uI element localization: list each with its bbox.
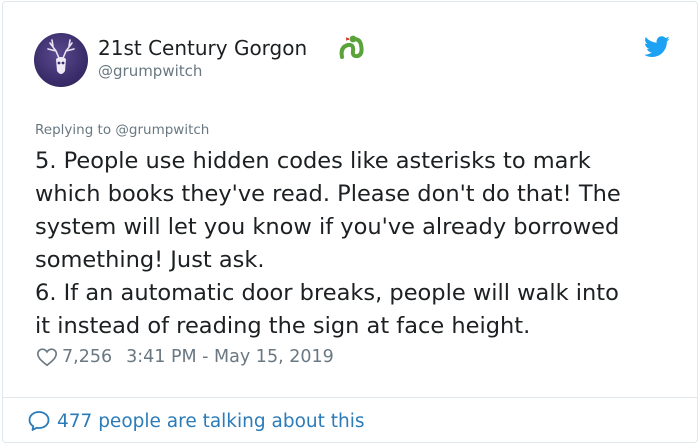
tweet-text: 5. People use hidden codes like asterisk…	[35, 145, 675, 343]
like-count[interactable]: 7,256	[62, 347, 112, 367]
conversation-text[interactable]: 477 people are talking about this	[57, 411, 365, 432]
tweet-text-line: 5. People use hidden codes like asterisk…	[35, 148, 591, 174]
divider	[3, 397, 697, 398]
timestamp[interactable]: 3:41 PM - May 15, 2019	[126, 347, 334, 367]
tweet-text-line: something! Just ask.	[35, 247, 265, 273]
heart-icon[interactable]	[36, 346, 58, 368]
tweet-text-line: which books they've read. Please don't d…	[35, 181, 621, 207]
conversation-link[interactable]: 477 people are talking about this	[27, 409, 365, 433]
stag-skull-icon	[47, 39, 75, 74]
tweet-text-line: system will let you know if you've alrea…	[35, 214, 620, 240]
tweet-text-line: it instead of reading the sign at face h…	[35, 313, 531, 339]
avatar[interactable]	[34, 33, 88, 87]
tweet-text-line: 6. If an automatic door breaks, people w…	[35, 280, 619, 306]
twitter-bird-icon[interactable]	[644, 36, 670, 58]
speech-bubble-icon	[28, 411, 50, 431]
snake-icon	[339, 35, 364, 59]
replying-to[interactable]: Replying to @grumpwitch	[35, 122, 209, 138]
tweet-card: 21st Century Gorgon @grumpwitch Replying…	[2, 1, 698, 443]
handle[interactable]: @grumpwitch	[98, 62, 202, 80]
display-name[interactable]: 21st Century Gorgon	[98, 36, 307, 60]
tweet-meta: 7,256 3:41 PM - May 15, 2019	[36, 346, 334, 368]
